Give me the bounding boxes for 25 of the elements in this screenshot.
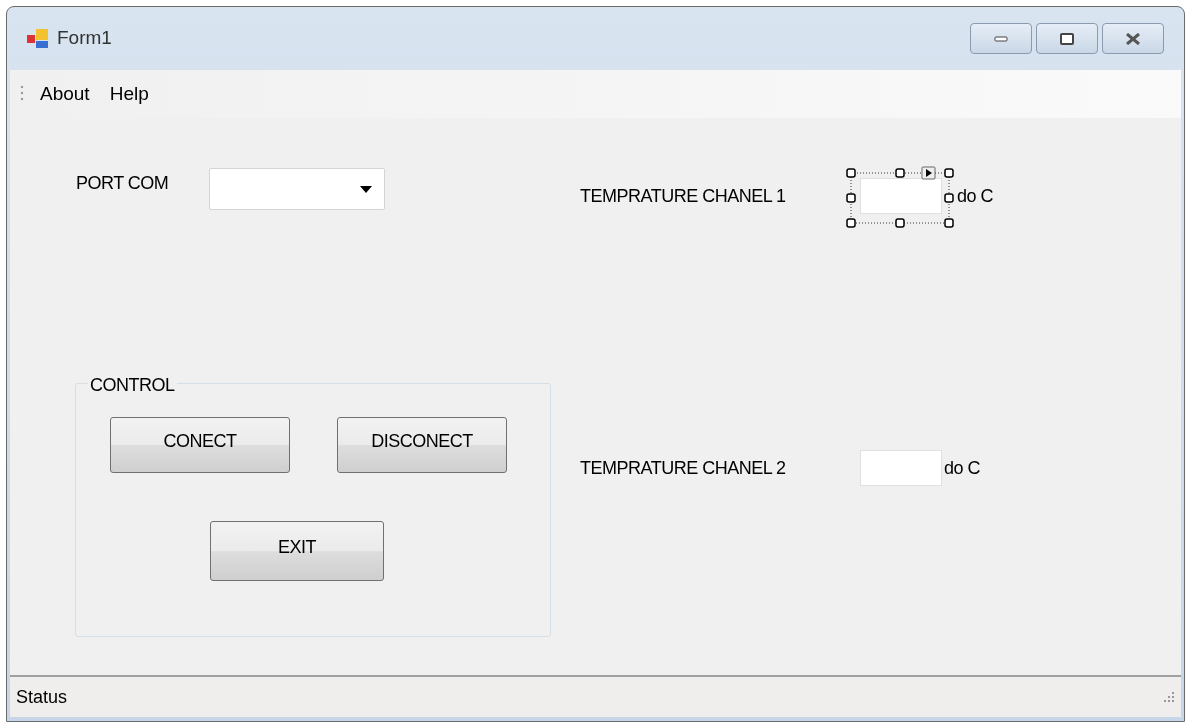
minimize-icon <box>994 35 1008 42</box>
port-label: PORT COM <box>76 172 169 195</box>
dropdown-arrow-icon <box>360 185 372 193</box>
action-button[interactable]: CONECT <box>110 417 290 473</box>
maximize-icon <box>1060 32 1074 45</box>
resize-grip-icon <box>1163 691 1175 703</box>
window-title: Form1 <box>57 26 112 51</box>
temperature-field[interactable] <box>860 178 942 214</box>
maximize-button[interactable] <box>1036 23 1098 54</box>
port-dropdown[interactable] <box>209 168 385 210</box>
app-icon <box>27 28 49 49</box>
action-button[interactable]: DISCONECT <box>337 417 507 473</box>
grip-icon <box>20 85 24 103</box>
unit-label: do C <box>944 457 981 480</box>
menu-item[interactable]: Help <box>99 79 159 109</box>
unit-label: do C <box>957 185 994 208</box>
close-icon <box>1125 32 1141 45</box>
channel-label: TEMPRATURE CHANEL 1 <box>580 185 786 208</box>
temperature-field[interactable] <box>860 450 942 486</box>
channel-label: TEMPRATURE CHANEL 2 <box>580 457 786 480</box>
status-text: Status <box>16 685 68 709</box>
close-button[interactable] <box>1102 23 1164 54</box>
action-button[interactable]: EXIT <box>210 521 384 581</box>
selection-handles-drawing[interactable] <box>845 166 955 228</box>
menu-item[interactable]: About <box>30 79 100 109</box>
